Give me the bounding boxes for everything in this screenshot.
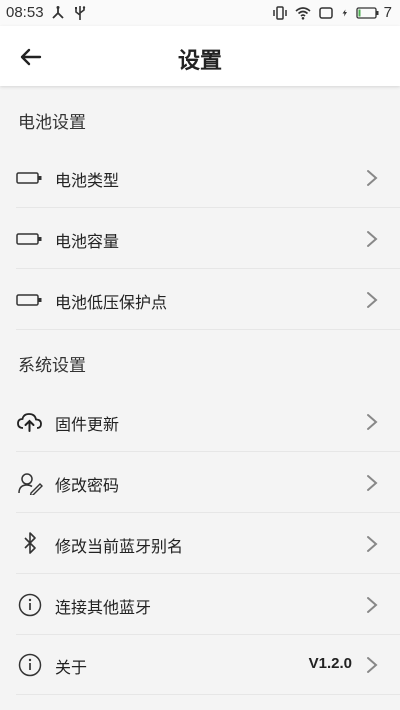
status-time: 08:53 xyxy=(6,4,44,21)
app-version: V1.2.0 xyxy=(308,655,352,672)
battery-icon xyxy=(356,6,379,19)
row-label: 关于 xyxy=(55,658,88,677)
user-edit-icon xyxy=(18,473,43,495)
divider xyxy=(16,207,400,208)
divider xyxy=(16,268,400,269)
nav-bar: 设置 xyxy=(0,26,400,86)
cloud-upload-icon xyxy=(17,413,42,432)
vibrate-icon xyxy=(272,5,287,20)
charging-icon xyxy=(342,9,347,16)
divider xyxy=(16,329,400,330)
chevron-right-icon xyxy=(367,657,378,673)
divider xyxy=(16,573,400,574)
divider xyxy=(16,512,400,513)
row-label: 电池容量 xyxy=(55,232,120,251)
divider xyxy=(16,694,400,695)
row-battery-type[interactable]: 电池类型 xyxy=(0,148,400,208)
info-icon xyxy=(18,653,42,677)
row-battery-capacity[interactable]: 电池容量 xyxy=(0,209,400,269)
row-label: 固件更新 xyxy=(55,415,120,434)
row-label: 修改密码 xyxy=(55,476,120,495)
row-rename-bluetooth[interactable]: 修改当前蓝牙别名 xyxy=(0,514,400,574)
screen-icon xyxy=(318,6,333,19)
chevron-right-icon xyxy=(367,414,378,430)
row-label: 电池低压保护点 xyxy=(55,293,168,312)
row-connect-other-bluetooth[interactable]: 连接其他蓝牙 xyxy=(0,575,400,635)
chevron-right-icon xyxy=(367,231,378,247)
chevron-right-icon xyxy=(367,170,378,186)
chevron-right-icon xyxy=(367,536,378,552)
usb-icon xyxy=(74,5,85,20)
chevron-right-icon xyxy=(367,292,378,308)
row-label: 修改当前蓝牙别名 xyxy=(55,537,184,556)
info-icon xyxy=(18,593,42,617)
status-left: 08:53 xyxy=(6,4,88,21)
page-title: 设置 xyxy=(177,49,222,74)
row-battery-low-voltage[interactable]: 电池低压保护点 xyxy=(0,270,400,330)
wifi-icon xyxy=(295,6,311,20)
status-bar: 08:53 7 xyxy=(0,0,400,26)
chevron-right-icon xyxy=(367,475,378,491)
row-label: 连接其他蓝牙 xyxy=(55,598,152,617)
section-header-system: 系统设置 xyxy=(18,356,86,376)
battery-icon xyxy=(16,233,42,245)
usb-debug-icon xyxy=(51,5,64,19)
chevron-right-icon xyxy=(367,597,378,613)
status-right: 7 xyxy=(272,4,392,21)
row-label: 电池类型 xyxy=(55,171,120,190)
divider xyxy=(16,451,400,452)
battery-icon xyxy=(16,294,42,306)
row-about[interactable]: 关于 V1.2.0 xyxy=(0,635,400,695)
battery-icon xyxy=(16,172,42,184)
battery-level: 7 xyxy=(383,4,392,21)
row-change-password[interactable]: 修改密码 xyxy=(0,453,400,513)
section-header-battery: 电池设置 xyxy=(18,113,86,133)
bluetooth-icon xyxy=(24,532,36,554)
row-firmware-update[interactable]: 固件更新 xyxy=(0,392,400,452)
